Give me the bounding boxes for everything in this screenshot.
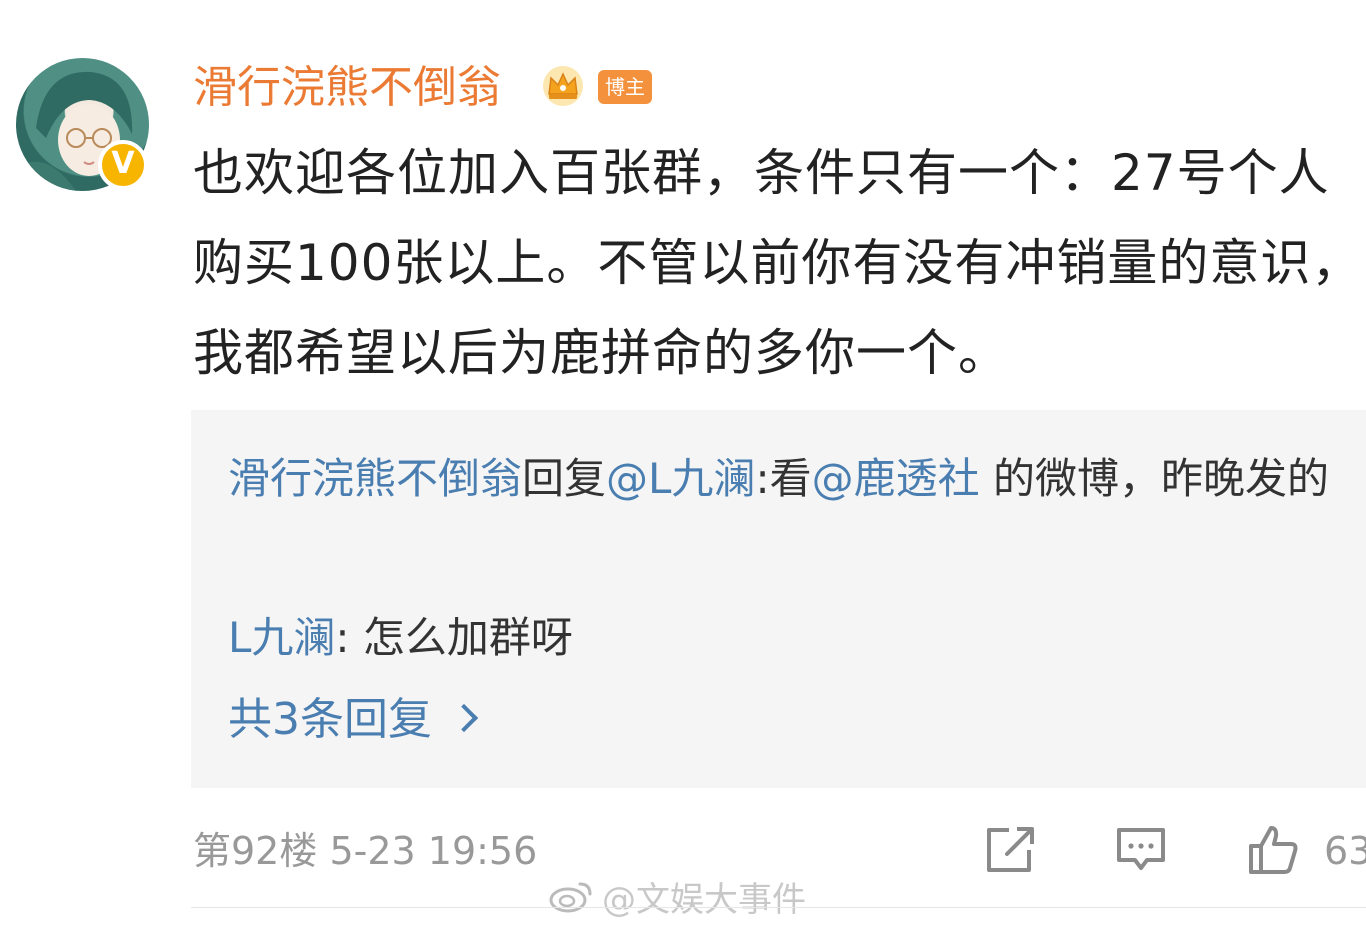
comment-timestamp: 5-23 19:56 [329,829,538,873]
watermark: @文娱大事件 [548,876,806,920]
reply-word: 回复 [522,454,607,503]
watermark-text: @文娱大事件 [602,879,806,920]
comment-meta: 第92楼 5-23 19:56 [193,824,537,878]
floor-number: 第92楼 [193,829,318,873]
more-replies-label: 共3条回复 [228,694,432,745]
weibo-logo-icon [549,882,592,913]
divider [191,907,1366,908]
chevron-right-icon [449,703,479,733]
comment-body: 也欢迎各位加入百张群，条件只有一个：27号个人购买100张以上。不管以前你有没有… [193,144,1363,382]
verified-badge-icon: V [98,140,148,190]
reply-item[interactable]: 滑行浣熊不倒翁回复@L九澜:看@鹿透社 的微博，昨晚发的 [228,438,1338,520]
reply-text: 的微博，昨晚发的 [979,454,1329,503]
reply-text: 看 [769,454,812,503]
crown-icon [543,66,583,106]
reply-separator: : [335,613,363,662]
reply-target-link[interactable]: @L九澜 [606,454,755,503]
mention-link[interactable]: @鹿透社 [812,454,980,503]
comment-author[interactable]: 滑行浣熊不倒翁 [193,58,501,118]
thumbs-up-icon[interactable] [1245,822,1301,878]
like-count: 63 [1324,829,1366,873]
reply-author-link[interactable]: L九澜 [228,613,335,662]
view-all-replies-link[interactable]: 共3条回复 [228,690,479,750]
comment-icon[interactable] [1113,822,1169,878]
reply-author-link[interactable]: 滑行浣熊不倒翁 [228,454,522,503]
reply-item[interactable]: L九澜: 怎么加群呀 [228,610,573,666]
blogger-badge: 博主 [598,70,652,104]
reply-separator: : [755,454,770,503]
repost-icon[interactable] [983,822,1039,878]
reply-text: 怎么加群呀 [362,613,573,662]
comment-card: V 滑行浣熊不倒翁 博主 也欢迎各位加入百张群，条件只有一个：27号个人购买10… [0,0,1366,930]
